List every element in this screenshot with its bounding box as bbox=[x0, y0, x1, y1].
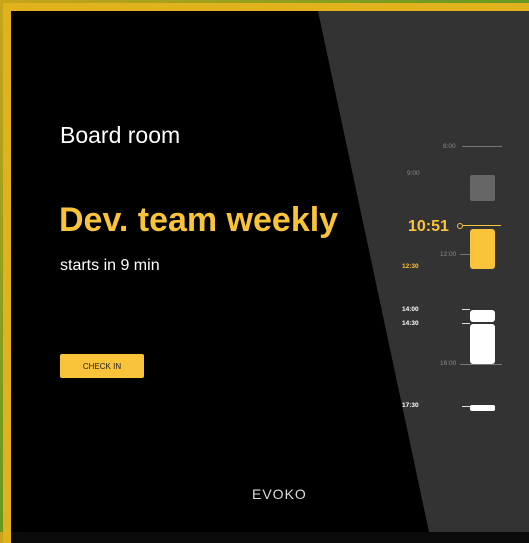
timeline-hour-label: 16:00 bbox=[440, 360, 457, 367]
event-line bbox=[462, 323, 470, 324]
room-display-screen: Board room Dev. team weekly starts in 9 … bbox=[11, 11, 529, 532]
upcoming-meeting-block[interactable] bbox=[470, 229, 495, 269]
event-start-time: 17:30 bbox=[402, 402, 419, 409]
event-line bbox=[462, 309, 470, 310]
current-time: 10:51 bbox=[408, 218, 449, 235]
free-slot-block[interactable] bbox=[470, 405, 495, 411]
timeline-hour-label: 8:00 bbox=[443, 143, 456, 150]
event-start-time: 14:30 bbox=[402, 320, 419, 327]
timeline-hour-line bbox=[462, 146, 502, 147]
meeting-end-time: 12:30 bbox=[402, 263, 419, 270]
current-time-line bbox=[463, 225, 501, 226]
check-in-button[interactable]: CHECK IN bbox=[60, 354, 144, 378]
meeting-title: Dev. team weekly bbox=[59, 201, 339, 239]
timeline-hour-line bbox=[460, 254, 470, 255]
free-slot-block[interactable] bbox=[470, 324, 495, 364]
timeline-hour-label: 12:00 bbox=[440, 251, 457, 258]
meeting-countdown: starts in 9 min bbox=[60, 257, 160, 274]
event-start-time: 14:00 bbox=[402, 306, 419, 313]
room-name: Board room bbox=[60, 122, 181, 148]
timeline-hour-label: 9:00 bbox=[407, 170, 420, 177]
busy-slot-block[interactable] bbox=[470, 175, 495, 201]
current-time-dot-icon bbox=[457, 223, 463, 229]
evoko-logo: EVOKO bbox=[252, 486, 307, 502]
event-line bbox=[462, 406, 470, 407]
timeline-hour-line bbox=[460, 364, 502, 365]
free-slot-block[interactable] bbox=[470, 310, 495, 322]
